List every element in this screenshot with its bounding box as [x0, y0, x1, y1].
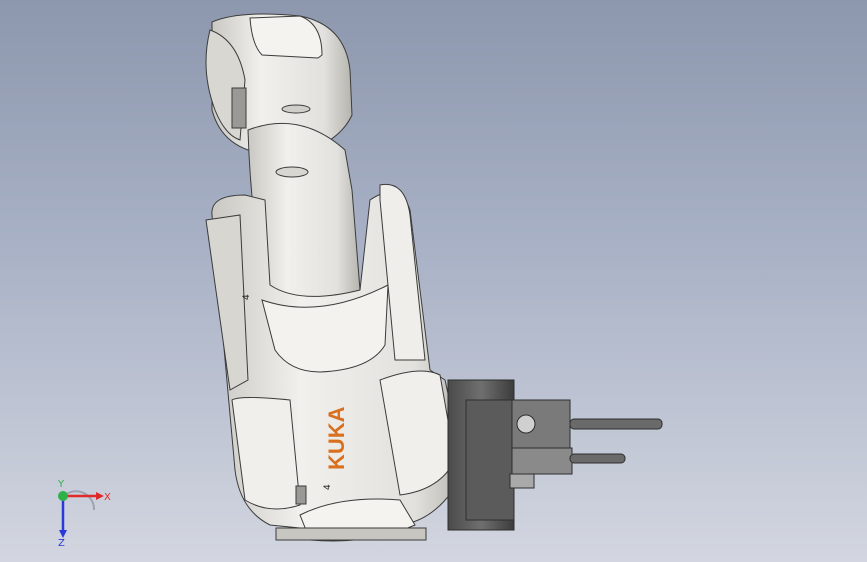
robot-arm-model[interactable]: KUKA 4 4 — [0, 0, 867, 562]
coordinate-triad: X Y Z — [57, 480, 111, 549]
graphics-viewport[interactable]: KUKA 4 4 X Y Z — [0, 0, 867, 562]
axis-marker-lower: 4 — [323, 484, 333, 490]
y-axis-label: Y — [57, 480, 65, 490]
z-axis-label: Z — [58, 538, 65, 549]
x-axis-label: X — [104, 492, 111, 503]
axis-marker-upper: 4 — [242, 294, 252, 300]
y-axis-dot — [58, 491, 68, 501]
kuka-logo: KUKA — [324, 406, 349, 470]
base-unit — [447, 379, 663, 531]
